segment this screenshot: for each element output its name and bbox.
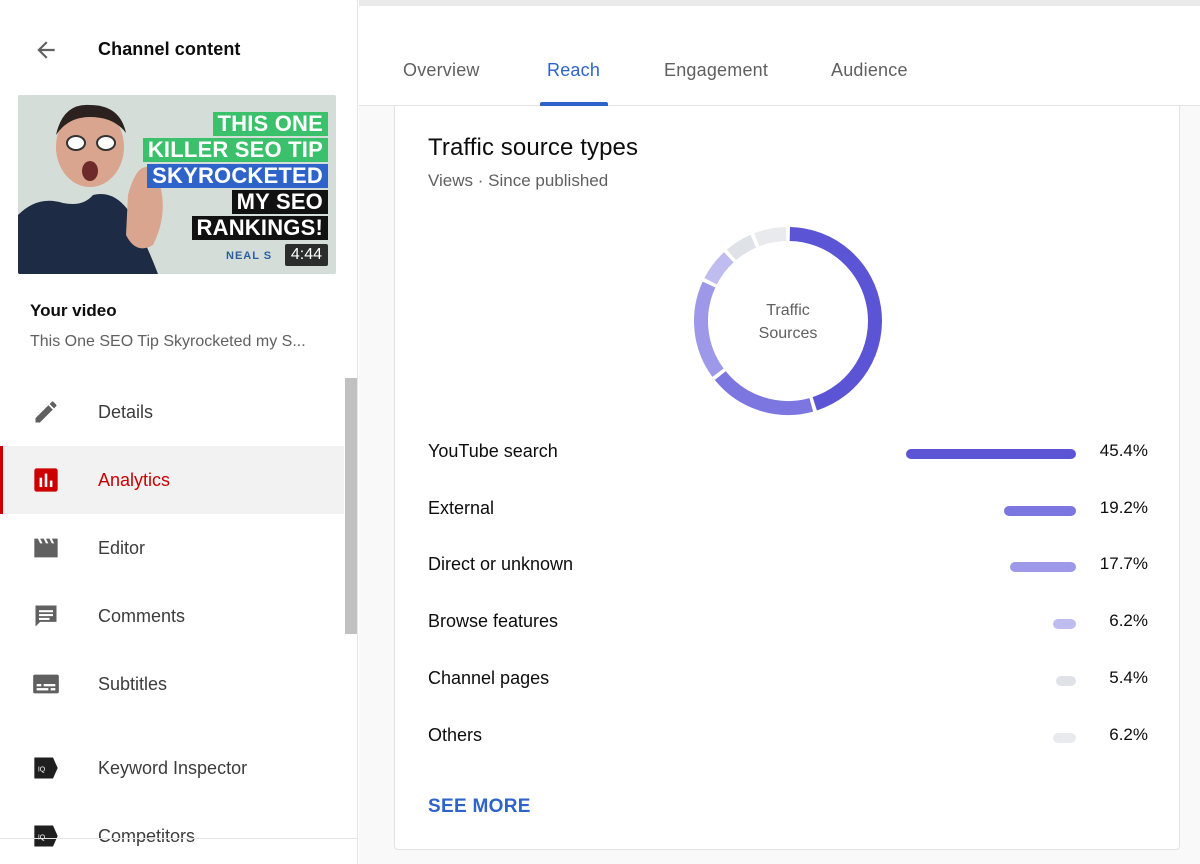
traffic-source-bar: [906, 449, 1076, 459]
back-button[interactable]: [30, 34, 62, 66]
traffic-source-bar: [1009, 562, 1076, 573]
sidebar-header: Channel content: [0, 0, 357, 96]
tab-bar: Overview Reach Engagement Audience: [359, 6, 1200, 106]
card-subtitle: Views · Since published: [428, 171, 609, 190]
traffic-source-bar: [1052, 732, 1076, 743]
traffic-source-bar: [1055, 675, 1076, 686]
vidiq-icon: IQ: [30, 753, 62, 783]
analytics-icon: [30, 465, 62, 495]
svg-text:IQ: IQ: [38, 767, 46, 774]
thumbnail-logo: NEAL S: [226, 250, 273, 262]
donut-slice[interactable]: [726, 234, 757, 261]
traffic-source-row[interactable]: Others 6.2%: [428, 721, 1148, 751]
your-video-label: Your video: [30, 301, 117, 320]
sidebar: Channel content THIS ONE KILLER SEO TIP …: [0, 0, 358, 864]
subtitles-icon: [30, 669, 62, 699]
thumbnail-text-line: MY SEO: [231, 190, 328, 214]
traffic-source-label: Browse features: [428, 611, 559, 632]
donut-label-line: Sources: [758, 325, 818, 342]
traffic-source-label: Direct or unknown: [428, 554, 574, 575]
sidebar-item-label: Comments: [98, 605, 186, 626]
card-title: Traffic source types: [428, 134, 639, 161]
clapperboard-icon: [30, 533, 62, 563]
sidebar-scrollbar[interactable]: [345, 378, 357, 634]
traffic-source-row[interactable]: Direct or unknown 17.7%: [428, 550, 1148, 580]
tab-reach[interactable]: Reach: [547, 60, 600, 81]
traffic-source-percent: 5.4%: [1109, 667, 1148, 687]
sidebar-item-comments[interactable]: Comments: [0, 582, 344, 650]
traffic-source-percent: 45.4%: [1099, 441, 1148, 460]
donut-slice[interactable]: [714, 371, 814, 415]
sidebar-item-label: Competitors: [98, 825, 196, 846]
thumbnail-text-line: KILLER SEO TIP: [142, 138, 328, 162]
donut-label-line: Traffic: [766, 302, 810, 319]
traffic-source-row[interactable]: Channel pages 5.4%: [428, 664, 1148, 694]
traffic-source-bar: [1004, 505, 1076, 516]
traffic-source-percent: 6.2%: [1109, 724, 1148, 744]
sidebar-item-editor[interactable]: Editor: [0, 514, 344, 582]
sidebar-item-subtitles[interactable]: Subtitles: [0, 650, 344, 718]
donut-slice[interactable]: [704, 252, 734, 285]
sidebar-item-label: Keyword Inspector: [98, 757, 248, 778]
traffic-source-row[interactable]: Browse features 6.2%: [428, 607, 1148, 637]
traffic-source-percent: 19.2%: [1099, 497, 1148, 517]
comment-icon: [30, 601, 62, 631]
sidebar-item-analytics[interactable]: Analytics: [0, 446, 344, 514]
sidebar-item-label: Analytics: [98, 469, 171, 490]
sidebar-item-label: Subtitles: [98, 673, 168, 694]
traffic-source-label: Channel pages: [428, 667, 550, 688]
sidebar-title: Channel content: [98, 39, 241, 59]
traffic-source-row[interactable]: YouTube search 45.4%: [428, 437, 1148, 467]
sidebar-item-label: Editor: [98, 537, 146, 558]
vidiq-icon: IQ: [30, 821, 62, 851]
thumbnail-text-line: SKYROCKETED: [147, 164, 328, 188]
arrow-back-icon: [37, 41, 55, 59]
traffic-source-percent: 17.7%: [1099, 554, 1148, 574]
sidebar-item-label: Details: [98, 401, 154, 422]
main-content: Overview Reach Engagement Audience Traff…: [359, 0, 1200, 864]
traffic-source-label: Others: [428, 724, 483, 745]
sidebar-item-details[interactable]: Details: [0, 378, 344, 446]
thumbnail-text-line: RANKINGS!: [191, 216, 328, 240]
tab-audience[interactable]: Audience: [831, 60, 908, 81]
traffic-source-bar: [1052, 619, 1076, 630]
divider: [0, 838, 357, 839]
video-title[interactable]: This One SEO Tip Skyrocketed my S...: [30, 333, 326, 351]
see-more-link[interactable]: SEE MORE: [428, 796, 531, 818]
sidebar-item-keyword-inspector[interactable]: IQ Keyword Inspector: [0, 734, 344, 802]
traffic-source-percent: 6.2%: [1109, 611, 1148, 631]
traffic-source-row[interactable]: External 19.2%: [428, 494, 1148, 524]
video-thumbnail[interactable]: THIS ONE KILLER SEO TIP SKYROCKETED MY S…: [18, 95, 336, 274]
traffic-source-label: YouTube search: [428, 441, 558, 461]
sidebar-item-competitors[interactable]: IQ Competitors: [0, 802, 344, 864]
donut-center-label: Traffic Sources: [688, 299, 888, 345]
thumbnail-text-line: THIS ONE: [212, 112, 328, 136]
tab-engagement[interactable]: Engagement: [664, 60, 768, 81]
traffic-source-card: Traffic source types Views · Since publi…: [394, 106, 1180, 850]
pencil-icon: [30, 397, 62, 427]
video-duration: 4:44: [284, 244, 328, 266]
traffic-source-label: External: [428, 497, 495, 518]
tab-overview[interactable]: Overview: [403, 60, 480, 81]
donut-slice[interactable]: [754, 227, 787, 247]
